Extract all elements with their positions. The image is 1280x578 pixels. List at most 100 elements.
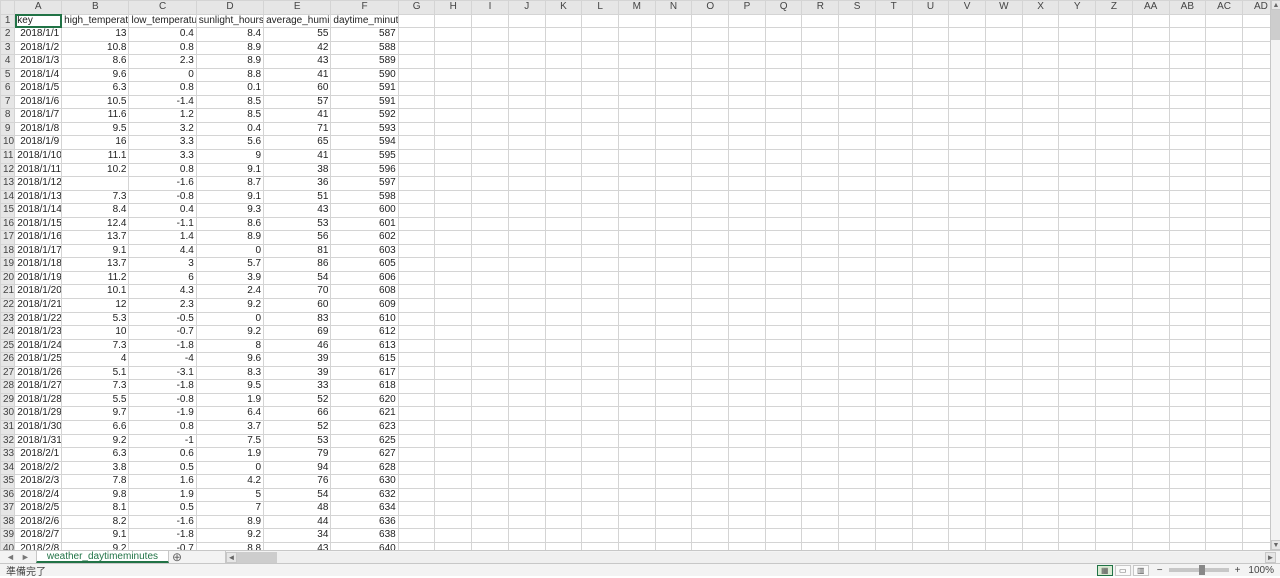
cell[interactable] (802, 271, 839, 285)
cell[interactable] (912, 461, 949, 475)
cell[interactable] (1096, 475, 1133, 489)
cell[interactable] (802, 68, 839, 82)
cell[interactable]: 623 (331, 420, 398, 434)
cell[interactable] (435, 461, 472, 475)
cell[interactable] (875, 312, 912, 326)
cell[interactable] (435, 204, 472, 218)
cell[interactable]: 4.2 (196, 475, 263, 489)
cell[interactable] (1096, 95, 1133, 109)
cell[interactable]: 2018/1/9 (15, 136, 62, 150)
cell[interactable] (435, 258, 472, 272)
cell[interactable]: 0.8 (129, 420, 196, 434)
cell[interactable] (545, 353, 582, 367)
cell[interactable] (839, 488, 876, 502)
cell[interactable] (1022, 448, 1059, 462)
cell[interactable] (985, 82, 1022, 96)
cell[interactable] (875, 420, 912, 434)
cell[interactable] (545, 312, 582, 326)
cell[interactable] (1022, 177, 1059, 191)
cell[interactable] (729, 163, 766, 177)
cell[interactable] (949, 488, 986, 502)
cell[interactable]: 8.9 (196, 41, 263, 55)
cell[interactable] (729, 488, 766, 502)
cell[interactable] (765, 461, 802, 475)
cell[interactable] (545, 407, 582, 421)
cell[interactable] (582, 312, 619, 326)
cell[interactable]: 2018/1/8 (15, 122, 62, 136)
cell[interactable]: 0 (196, 312, 263, 326)
cell[interactable] (655, 448, 692, 462)
cell[interactable] (912, 529, 949, 543)
cell[interactable]: 6.6 (62, 420, 129, 434)
cell[interactable]: 10.1 (62, 285, 129, 299)
cell[interactable] (729, 204, 766, 218)
cell[interactable] (398, 420, 435, 434)
cell[interactable]: 10.5 (62, 95, 129, 109)
cell[interactable]: 2018/1/29 (15, 407, 62, 421)
cell[interactable] (802, 109, 839, 123)
cell[interactable] (765, 244, 802, 258)
cell[interactable] (875, 163, 912, 177)
cell[interactable] (729, 380, 766, 394)
cell[interactable]: 8.5 (196, 109, 263, 123)
cell[interactable] (912, 68, 949, 82)
cell[interactable] (839, 150, 876, 164)
cell[interactable] (508, 204, 545, 218)
cell[interactable]: 8.2 (62, 515, 129, 529)
cell[interactable] (655, 312, 692, 326)
cell[interactable]: -4 (129, 353, 196, 367)
cell[interactable] (508, 420, 545, 434)
cell[interactable] (912, 312, 949, 326)
cell[interactable] (1096, 136, 1133, 150)
cell[interactable] (729, 339, 766, 353)
cell[interactable] (729, 136, 766, 150)
cell[interactable] (1169, 271, 1206, 285)
cell[interactable] (618, 14, 655, 28)
cell[interactable]: 70 (264, 285, 331, 299)
cell[interactable] (875, 95, 912, 109)
cell[interactable] (545, 448, 582, 462)
cell[interactable] (839, 434, 876, 448)
cell[interactable]: 83 (264, 312, 331, 326)
cell[interactable] (692, 393, 729, 407)
cell[interactable]: 2018/1/3 (15, 55, 62, 69)
cell[interactable]: 94 (264, 461, 331, 475)
cell[interactable]: 9.5 (196, 380, 263, 394)
cell[interactable] (472, 542, 509, 550)
cell[interactable] (802, 326, 839, 340)
cell[interactable] (1206, 299, 1243, 313)
cell[interactable] (1059, 217, 1096, 231)
cell[interactable] (1132, 312, 1169, 326)
cell[interactable] (1132, 204, 1169, 218)
cell[interactable] (949, 231, 986, 245)
cell[interactable] (729, 217, 766, 231)
cell[interactable] (472, 163, 509, 177)
cell[interactable] (839, 55, 876, 69)
cell[interactable] (398, 515, 435, 529)
cell[interactable] (1022, 380, 1059, 394)
cell[interactable] (802, 542, 839, 550)
cell[interactable] (1096, 55, 1133, 69)
cell[interactable] (1169, 68, 1206, 82)
cell[interactable] (839, 502, 876, 516)
cell[interactable] (1169, 258, 1206, 272)
cell[interactable] (1206, 177, 1243, 191)
cell[interactable] (729, 271, 766, 285)
cell[interactable]: 2018/1/15 (15, 217, 62, 231)
cell[interactable] (398, 488, 435, 502)
cell[interactable] (545, 14, 582, 28)
row-header[interactable]: 11 (1, 150, 15, 164)
cell[interactable] (618, 55, 655, 69)
cell[interactable] (655, 95, 692, 109)
cell[interactable] (508, 14, 545, 28)
cell[interactable] (545, 380, 582, 394)
zoom-slider[interactable] (1169, 568, 1229, 572)
cell[interactable] (1022, 529, 1059, 543)
cell[interactable] (1059, 339, 1096, 353)
cell[interactable] (435, 271, 472, 285)
cell[interactable] (1206, 231, 1243, 245)
cell[interactable] (582, 190, 619, 204)
cell[interactable] (1096, 326, 1133, 340)
cell[interactable] (1206, 488, 1243, 502)
cell[interactable]: 9.1 (62, 529, 129, 543)
